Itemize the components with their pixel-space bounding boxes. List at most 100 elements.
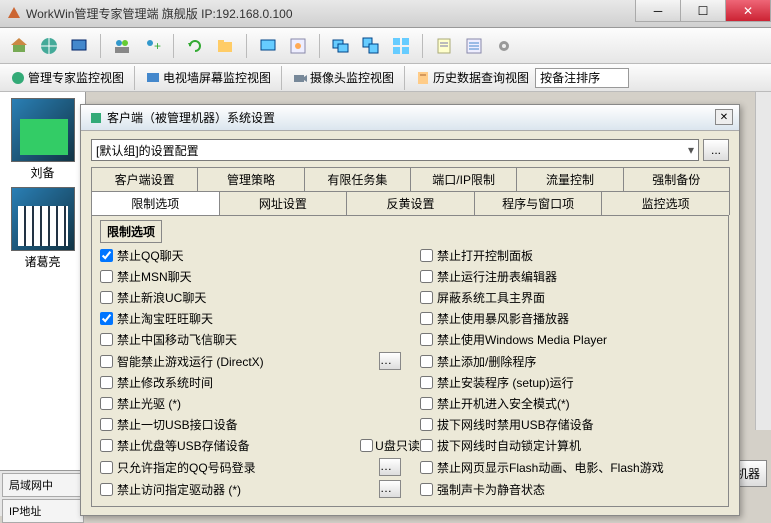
option-checkbox[interactable]: 禁止修改系统时间 bbox=[100, 374, 360, 391]
view-history[interactable]: 历史数据查询视图 bbox=[411, 67, 533, 88]
checkbox[interactable] bbox=[100, 270, 113, 283]
tab-管理策略[interactable]: 管理策略 bbox=[197, 167, 304, 191]
option-checkbox[interactable]: 屏蔽系统工具主界面 bbox=[420, 289, 720, 306]
checkbox[interactable] bbox=[420, 355, 433, 368]
view-monitor[interactable]: 管理专家监控视图 bbox=[6, 67, 128, 88]
checkbox[interactable] bbox=[100, 397, 113, 410]
checkbox[interactable] bbox=[100, 439, 113, 452]
refresh-icon[interactable] bbox=[182, 33, 208, 59]
option-checkbox[interactable]: 拔下网线时自动锁定计算机 bbox=[420, 437, 720, 454]
option-checkbox[interactable]: 禁止访问指定驱动器 (*) bbox=[100, 480, 360, 498]
dialog-close-button[interactable]: ✕ bbox=[715, 109, 733, 125]
tab-监控选项[interactable]: 监控选项 bbox=[601, 191, 730, 215]
checkbox[interactable] bbox=[420, 333, 433, 346]
list-icon[interactable] bbox=[461, 33, 487, 59]
tab-客户端设置[interactable]: 客户端设置 bbox=[91, 167, 198, 191]
option-checkbox[interactable]: 禁止QQ聊天 bbox=[100, 247, 360, 264]
tab-网址设置[interactable]: 网址设置 bbox=[219, 191, 348, 215]
checkbox[interactable] bbox=[100, 376, 113, 389]
app-icon bbox=[6, 6, 22, 22]
view-toolbar: 管理专家监控视图 电视墙屏幕监控视图 摄像头监控视图 历史数据查询视图 bbox=[0, 64, 771, 92]
tab-强制备份[interactable]: 强制备份 bbox=[623, 167, 730, 191]
option-checkbox[interactable]: 禁止打开控制面板 bbox=[420, 247, 720, 264]
client-label: 刘备 bbox=[0, 164, 85, 181]
checkbox[interactable] bbox=[420, 439, 433, 452]
option-checkbox[interactable]: 强制声卡为静音状态 bbox=[420, 480, 720, 498]
checkbox[interactable] bbox=[100, 355, 113, 368]
checkbox[interactable] bbox=[420, 397, 433, 410]
monitor-icon[interactable] bbox=[66, 33, 92, 59]
checkbox[interactable] bbox=[420, 312, 433, 325]
tab-有限任务集[interactable]: 有限任务集 bbox=[304, 167, 411, 191]
checkbox[interactable] bbox=[420, 418, 433, 431]
windows-icon[interactable] bbox=[328, 33, 354, 59]
tile-icon[interactable] bbox=[388, 33, 414, 59]
client-thumb[interactable] bbox=[11, 98, 75, 162]
checkbox[interactable] bbox=[100, 483, 113, 496]
client-settings-dialog: 客户端（被管理机器）系统设置 ✕ [默认组]的设置配置 ... 客户端设置管理策… bbox=[80, 104, 740, 516]
checkbox[interactable] bbox=[420, 483, 433, 496]
user-plus-icon[interactable]: + bbox=[139, 33, 165, 59]
scrollbar[interactable] bbox=[755, 92, 771, 430]
main-toolbar: + bbox=[0, 28, 771, 64]
checkbox[interactable] bbox=[100, 418, 113, 431]
users-icon[interactable] bbox=[109, 33, 135, 59]
detail-button[interactable]: … bbox=[379, 352, 401, 370]
checkbox[interactable] bbox=[100, 333, 113, 346]
screen-icon[interactable] bbox=[255, 33, 281, 59]
option-checkbox[interactable]: 禁止使用暴风影音播放器 bbox=[420, 310, 720, 327]
close-button[interactable]: ✕ bbox=[725, 0, 771, 22]
checkbox[interactable] bbox=[420, 291, 433, 304]
sort-input[interactable] bbox=[535, 68, 629, 88]
option-checkbox[interactable]: 禁止优盘等USB存储设备 bbox=[100, 437, 360, 454]
checkbox[interactable] bbox=[420, 249, 433, 262]
home-icon[interactable] bbox=[6, 33, 32, 59]
option-checkbox[interactable]: 禁止运行注册表编辑器 bbox=[420, 268, 720, 285]
tab-流量控制[interactable]: 流量控制 bbox=[516, 167, 623, 191]
view-tvwall[interactable]: 电视墙屏幕监控视图 bbox=[141, 67, 275, 88]
globe-icon[interactable] bbox=[36, 33, 62, 59]
detail-button[interactable]: … bbox=[379, 480, 401, 498]
checkbox[interactable] bbox=[100, 291, 113, 304]
checkbox[interactable] bbox=[420, 461, 433, 474]
option-checkbox[interactable]: 禁止开机进入安全模式(*) bbox=[420, 395, 720, 412]
detail-button[interactable]: … bbox=[379, 458, 401, 476]
udisk-readonly-checkbox[interactable]: U盘只读 bbox=[360, 437, 420, 454]
option-checkbox[interactable]: 禁止中国移动飞信聊天 bbox=[100, 331, 360, 348]
option-checkbox[interactable]: 智能禁止游戏运行 (DirectX) bbox=[100, 352, 360, 370]
option-checkbox[interactable]: 禁止一切USB接口设备 bbox=[100, 416, 360, 433]
minimize-button[interactable]: ─ bbox=[635, 0, 681, 22]
app-window-icon[interactable] bbox=[285, 33, 311, 59]
folder-icon[interactable] bbox=[212, 33, 238, 59]
option-checkbox[interactable]: 禁止使用Windows Media Player bbox=[420, 331, 720, 348]
option-checkbox[interactable]: 禁止网页显示Flash动画、电影、Flash游戏 bbox=[420, 458, 720, 476]
browse-button[interactable]: ... bbox=[703, 139, 729, 161]
tab-程序与窗口项[interactable]: 程序与窗口项 bbox=[474, 191, 603, 215]
option-checkbox[interactable]: 拔下网线时禁用USB存储设备 bbox=[420, 416, 720, 433]
group-combo[interactable]: [默认组]的设置配置 bbox=[91, 139, 699, 161]
checkbox[interactable] bbox=[100, 461, 113, 474]
checkbox[interactable] bbox=[100, 312, 113, 325]
option-checkbox[interactable]: 禁止安装程序 (setup)运行 bbox=[420, 374, 720, 391]
checkbox[interactable] bbox=[420, 376, 433, 389]
option-checkbox[interactable]: 禁止新浪UC聊天 bbox=[100, 289, 360, 306]
option-checkbox[interactable]: 禁止MSN聊天 bbox=[100, 268, 360, 285]
gear-icon[interactable] bbox=[491, 33, 517, 59]
option-checkbox[interactable]: 禁止淘宝旺旺聊天 bbox=[100, 310, 360, 327]
option-checkbox[interactable]: 禁止光驱 (*) bbox=[100, 395, 360, 412]
option-checkbox[interactable]: 只允许指定的QQ号码登录 bbox=[100, 458, 360, 476]
option-checkbox[interactable]: 禁止添加/删除程序 bbox=[420, 352, 720, 370]
tab-反黄设置[interactable]: 反黄设置 bbox=[346, 191, 475, 215]
dialog-icon bbox=[89, 111, 103, 125]
cascade-icon[interactable] bbox=[358, 33, 384, 59]
tab-ip[interactable]: IP地址 bbox=[2, 499, 84, 523]
checkbox[interactable] bbox=[100, 249, 113, 262]
maximize-button[interactable]: ☐ bbox=[680, 0, 726, 22]
checkbox[interactable] bbox=[420, 270, 433, 283]
client-thumb[interactable] bbox=[11, 187, 75, 251]
view-camera[interactable]: 摄像头监控视图 bbox=[288, 67, 398, 88]
tab-端口/IP限制[interactable]: 端口/IP限制 bbox=[410, 167, 517, 191]
note-icon[interactable] bbox=[431, 33, 457, 59]
tab-lan[interactable]: 局域网中 bbox=[2, 473, 84, 497]
tab-限制选项[interactable]: 限制选项 bbox=[91, 191, 220, 215]
